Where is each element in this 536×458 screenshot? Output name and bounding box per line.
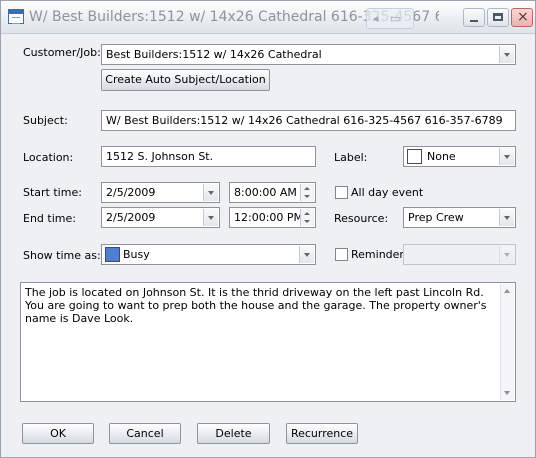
start-time-value: 8:00:00 AM xyxy=(234,186,297,199)
minimize-icon xyxy=(470,20,478,22)
scroll-down-arrow-icon[interactable] xyxy=(501,386,514,400)
calendar-window-icon xyxy=(8,9,24,24)
start-date-dropdown-icon[interactable] xyxy=(203,184,218,201)
end-date-value: 2/5/2009 xyxy=(106,211,156,224)
start-date-value: 2/5/2009 xyxy=(106,186,156,199)
create-auto-subject-location-button[interactable]: Create Auto Subject/Location xyxy=(101,69,270,91)
start-time-label: Start time: xyxy=(23,186,82,199)
notes-vertical-scrollbar[interactable] xyxy=(500,284,514,400)
reminder-checkbox[interactable] xyxy=(335,248,348,261)
show-time-as-select[interactable]: Busy xyxy=(101,244,316,265)
ghost-window-controls: ◂ ▭ xyxy=(366,8,414,29)
show-time-as-dropdown-icon[interactable] xyxy=(299,246,314,263)
title-bar[interactable]: W/ Best Builders:1512 w/ 14x26 Cathedral… xyxy=(1,1,535,34)
scroll-up-arrow-icon[interactable] xyxy=(501,284,514,298)
reminder-dropdown-icon xyxy=(499,246,514,263)
label-color-swatch xyxy=(407,149,422,164)
notes-textarea[interactable]: The job is located on Johnson St. It is … xyxy=(20,282,516,402)
label-select[interactable]: None xyxy=(403,146,516,167)
label-label: Label: xyxy=(334,151,368,164)
minimize-button[interactable] xyxy=(463,8,485,27)
notes-text: The job is located on Johnson St. It is … xyxy=(25,286,487,325)
all-day-event-checkbox[interactable] xyxy=(335,186,348,199)
show-time-as-value: Busy xyxy=(123,248,150,261)
end-date-select[interactable]: 2/5/2009 xyxy=(101,207,220,228)
label-value: None xyxy=(427,150,456,163)
subject-label: Subject: xyxy=(23,114,68,127)
busy-color-swatch xyxy=(105,247,120,262)
subject-input[interactable]: W/ Best Builders:1512 w/ 14x26 Cathedral… xyxy=(101,110,516,131)
customer-job-value: Best Builders:1512 w/ 14x26 Cathedral xyxy=(106,48,322,61)
resource-label: Resource: xyxy=(334,212,389,225)
maximize-icon xyxy=(493,13,503,21)
appointment-form: Customer/Job: Best Builders:1512 w/ 14x2… xyxy=(1,34,535,457)
end-time-input[interactable]: 12:00:00 PM xyxy=(229,207,316,228)
start-date-select[interactable]: 2/5/2009 xyxy=(101,182,220,203)
end-date-dropdown-icon[interactable] xyxy=(203,209,218,226)
subject-value: W/ Best Builders:1512 w/ 14x26 Cathedral… xyxy=(106,114,503,127)
end-time-label: End time: xyxy=(23,212,76,225)
close-button[interactable]: × xyxy=(511,8,533,27)
cancel-button[interactable]: Cancel xyxy=(109,423,181,444)
recurrence-button[interactable]: Recurrence xyxy=(286,423,358,444)
ok-button[interactable]: OK xyxy=(22,423,94,444)
location-input[interactable]: 1512 S. Johnson St. xyxy=(101,146,316,167)
reminder-time-select-disabled xyxy=(403,244,516,265)
ghost-restore-icon: ▭ xyxy=(390,12,401,25)
appointment-window: W/ Best Builders:1512 w/ 14x26 Cathedral… xyxy=(0,0,536,458)
location-label: Location: xyxy=(23,151,74,164)
show-time-as-label: Show time as: xyxy=(23,249,101,262)
customer-job-select[interactable]: Best Builders:1512 w/ 14x26 Cathedral xyxy=(101,44,516,65)
resource-value: Prep Crew xyxy=(408,211,464,224)
delete-button[interactable]: Delete xyxy=(197,423,270,444)
resource-dropdown-icon[interactable] xyxy=(499,209,514,226)
start-time-spinner-icon[interactable] xyxy=(300,184,314,201)
location-value: 1512 S. Johnson St. xyxy=(106,150,214,163)
customer-job-dropdown-icon[interactable] xyxy=(499,46,514,63)
label-dropdown-icon[interactable] xyxy=(499,148,514,165)
close-icon: × xyxy=(517,9,529,25)
all-day-event-label: All day event xyxy=(351,186,424,199)
maximize-button[interactable] xyxy=(487,8,509,27)
reminder-label: Reminder xyxy=(351,248,404,261)
start-time-input[interactable]: 8:00:00 AM xyxy=(229,182,316,203)
customer-job-label: Customer/Job: xyxy=(23,46,101,59)
ghost-previous-icon: ◂ xyxy=(373,12,379,25)
end-time-spinner-icon[interactable] xyxy=(300,209,314,226)
end-time-value: 12:00:00 PM xyxy=(234,211,304,224)
resource-select[interactable]: Prep Crew xyxy=(403,207,516,228)
